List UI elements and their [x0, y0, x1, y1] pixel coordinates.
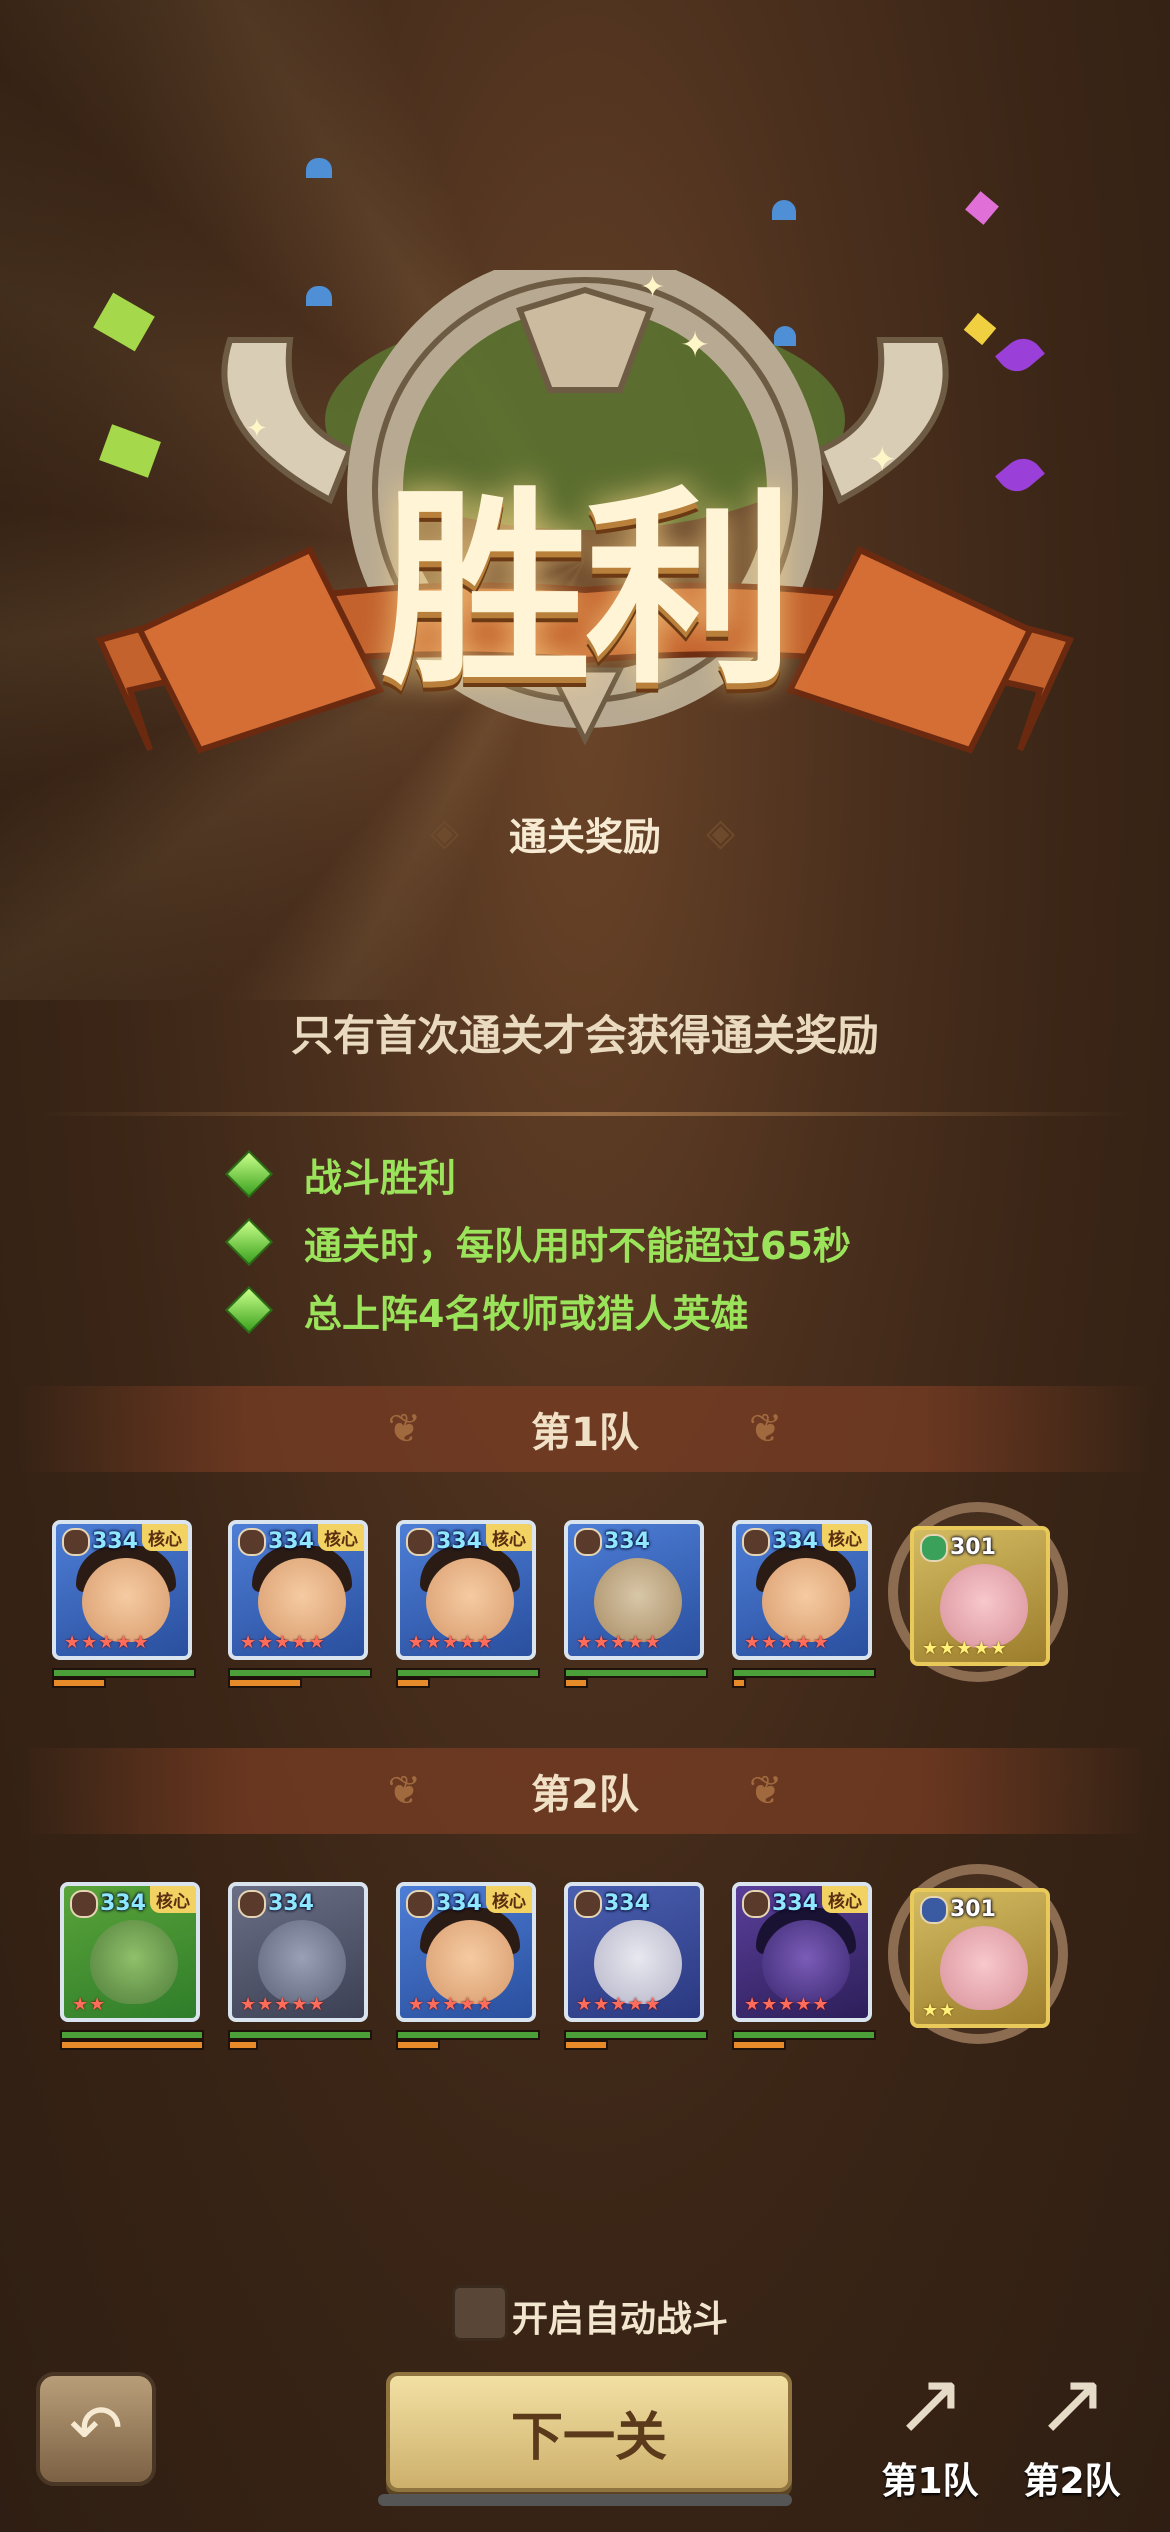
star-rating: ★★★★★ — [576, 1994, 662, 2015]
hero-card[interactable]: 334 核心 ★★★★★ — [732, 1520, 872, 1660]
auto-battle-label[interactable]: 开启自动战斗 — [512, 2290, 728, 2342]
hero-card[interactable]: 334 核心 ★★★★★ — [52, 1520, 192, 1660]
divider — [40, 1112, 1130, 1116]
confetti — [965, 191, 999, 225]
pet-element-icon — [920, 1534, 948, 1562]
pet-card[interactable]: 301 ★★ — [910, 1888, 1050, 2028]
core-badge: 核心 — [486, 1886, 532, 1913]
hero-card[interactable]: 334 核心 ★★★★★ — [732, 1882, 872, 2022]
energy-bar — [52, 1678, 106, 1688]
condition-item: 总上阵4名牧师或猎人英雄 — [224, 1280, 748, 1340]
hero-card[interactable]: 334 核心 ★★★★★ — [396, 1882, 536, 2022]
gem-bullet-icon — [224, 1285, 274, 1335]
star-rating: ★★ — [72, 1994, 107, 2015]
pet-card[interactable]: 301 ★★★★★ — [910, 1526, 1050, 1666]
star-rating: ★★ — [922, 2000, 957, 2021]
sparkle-icon: ✦ — [246, 414, 268, 444]
hp-bar — [228, 2030, 372, 2040]
energy-bar — [564, 2040, 608, 2050]
hp-bar — [564, 2030, 708, 2040]
cross-class-icon — [742, 1528, 770, 1556]
star-rating: ★★★★★ — [240, 1994, 326, 2015]
staff-class-icon — [406, 1528, 434, 1556]
ornament-icon: ❦ — [387, 1406, 422, 1452]
shield-class-icon — [238, 1528, 266, 1556]
energy-bar — [228, 2040, 258, 2050]
confetti — [772, 200, 796, 220]
condition-item: 战斗胜利 — [224, 1144, 456, 1204]
reward-label: 通关奖励 — [508, 815, 661, 859]
team-1-header: ❦ 第1队 ❦ — [20, 1386, 1150, 1472]
hero-card[interactable]: 334 ★★★★★ — [228, 1882, 368, 2022]
hp-bar — [732, 1668, 876, 1678]
hp-bar — [396, 1668, 540, 1678]
core-badge: 核心 — [142, 1524, 188, 1551]
energy-bar — [396, 2040, 440, 2050]
paw-class-icon — [70, 1890, 98, 1918]
gem-bullet-icon — [224, 1217, 274, 1267]
beast-class-icon — [574, 1528, 602, 1556]
energy-bar — [564, 1678, 588, 1688]
star-rating: ★★★★★ — [64, 1632, 150, 1653]
core-badge: 核心 — [318, 1524, 364, 1551]
hero-card[interactable]: 334 核心 ★★★★★ — [228, 1520, 368, 1660]
energy-bar — [732, 2040, 786, 2050]
hero-card[interactable]: 334 ★★★★★ — [564, 1882, 704, 2022]
ornament-icon: ❦ — [387, 1768, 422, 1814]
hp-bar — [52, 1668, 196, 1678]
core-badge: 核心 — [822, 1886, 868, 1913]
next-level-button[interactable]: 下一关 — [386, 2372, 792, 2492]
sparkle-icon: ✦ — [868, 440, 897, 480]
hp-bar — [60, 2030, 204, 2040]
ornament-icon: ❦ — [748, 1768, 783, 1814]
sparkle-icon: ✦ — [640, 270, 666, 305]
hp-bar — [732, 2030, 876, 2040]
energy-bar — [60, 2040, 204, 2050]
cross-class-icon — [742, 1890, 770, 1918]
star-rating: ★★★★★ — [744, 1994, 830, 2015]
energy-bar — [732, 1678, 746, 1688]
sparkle-icon: ✦ — [680, 325, 711, 366]
back-arrow-icon: ↶ — [69, 2392, 123, 2466]
star-rating: ★★★★★ — [744, 1632, 830, 1653]
pet-element-icon — [920, 1896, 948, 1924]
axe-class-icon — [62, 1528, 90, 1556]
hp-bar — [564, 1668, 708, 1678]
bow-class-icon — [406, 1890, 434, 1918]
star-rating: ★★★★★ — [408, 1994, 494, 2015]
star-rating: ★★★★★ — [408, 1632, 494, 1653]
energy-bar — [396, 1678, 430, 1688]
chart-up-icon: ↗ — [1035, 2354, 1109, 2454]
star-rating: ★★★★★ — [240, 1632, 326, 1653]
team-2-stats-button[interactable]: ↗ 第2队 — [1012, 2356, 1132, 2506]
confetti — [306, 158, 332, 178]
team-2-header: ❦ 第2队 ❦ — [20, 1748, 1150, 1834]
hero-card[interactable]: 334 ★★★★★ — [564, 1520, 704, 1660]
home-indicator — [378, 2494, 792, 2506]
hp-bar — [396, 2030, 540, 2040]
team-1-stats-button[interactable]: ↗ 第1队 — [870, 2356, 990, 2506]
star-rating: ★★★★★ — [576, 1632, 662, 1653]
first-clear-notice: 只有首次通关才会获得通关奖励 — [290, 1011, 879, 1060]
reward-ornament-left: ◈ — [430, 810, 460, 854]
gem-bullet-icon — [224, 1149, 274, 1199]
hero-card[interactable]: 334 核心 ★★★★★ — [396, 1520, 536, 1660]
shield-class-icon — [238, 1890, 266, 1918]
energy-bar — [228, 1678, 302, 1688]
reward-ornament-right: ◈ — [706, 810, 736, 854]
condition-item: 通关时，每队用时不能超过65秒 — [224, 1212, 851, 1272]
auto-battle-checkbox[interactable] — [452, 2285, 508, 2341]
core-badge: 核心 — [150, 1886, 196, 1913]
hp-bar — [228, 1668, 372, 1678]
chart-up-icon: ↗ — [893, 2354, 967, 2454]
back-button[interactable]: ↶ — [36, 2372, 156, 2486]
cross-class-icon — [574, 1890, 602, 1918]
hero-card[interactable]: 334 核心 ★★ — [60, 1882, 200, 2022]
victory-title: 胜利 — [380, 466, 795, 713]
core-badge: 核心 — [822, 1524, 868, 1551]
core-badge: 核心 — [486, 1524, 532, 1551]
ornament-icon: ❦ — [748, 1406, 783, 1452]
star-rating: ★★★★★ — [922, 1638, 1008, 1659]
